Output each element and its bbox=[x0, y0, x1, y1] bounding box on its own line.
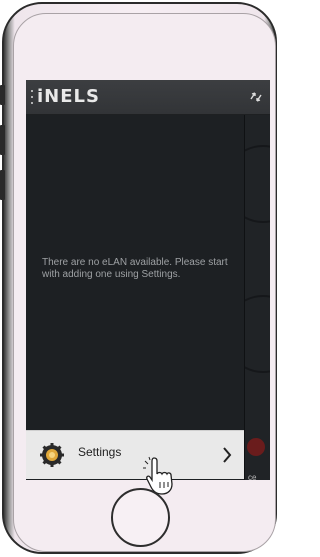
app-logo: iNELS bbox=[37, 86, 100, 107]
chevron-right-icon bbox=[222, 446, 232, 464]
switch-arrows-icon[interactable] bbox=[248, 89, 264, 105]
mute-switch bbox=[0, 85, 5, 105]
settings-label: Settings bbox=[78, 445, 122, 459]
app-header: iNELS bbox=[26, 80, 270, 115]
overflow-menu-icon[interactable] bbox=[31, 90, 34, 104]
app-screen: ce iNELS There are no eLAN available. Pl… bbox=[26, 80, 270, 480]
home-button[interactable] bbox=[111, 488, 170, 547]
volume-up-button bbox=[0, 125, 5, 155]
gear-icon bbox=[40, 443, 64, 467]
navigation-drawer: There are no eLAN available. Please star… bbox=[26, 115, 245, 480]
status-indicator bbox=[247, 438, 265, 456]
settings-menu-item[interactable]: Settings bbox=[26, 430, 244, 479]
volume-down-button bbox=[0, 170, 5, 200]
empty-state-message: There are no eLAN available. Please star… bbox=[42, 257, 228, 280]
partial-label: ce bbox=[248, 473, 257, 480]
